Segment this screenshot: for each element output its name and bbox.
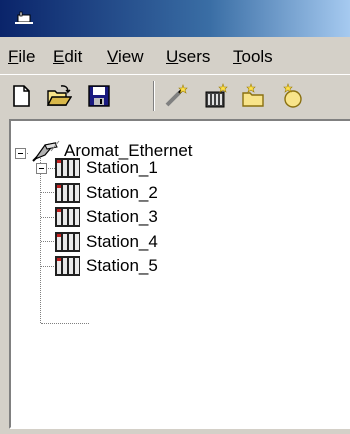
tree-node-label: Station_2 xyxy=(86,183,158,202)
open-folder-icon[interactable] xyxy=(46,83,72,109)
tree-node-label: Station_3 xyxy=(86,207,158,226)
tree-node-station-2[interactable]: Station_2 xyxy=(31,182,331,206)
menu-view-label: iew xyxy=(118,47,144,66)
tree-node-station-5[interactable]: Station_5 xyxy=(31,255,331,279)
menu-file-mnemonic: F xyxy=(8,47,19,66)
menu-tools[interactable]: Tools xyxy=(233,47,273,67)
collapse-toggle-icon[interactable] xyxy=(15,148,26,159)
tree-view[interactable]: Aromat_Ethernet Station_1 Station_2 Stat… xyxy=(9,119,350,429)
tree-node-station-4[interactable]: Station_4 xyxy=(31,231,331,255)
tree-connector xyxy=(41,323,89,325)
tree-node-label: Station_5 xyxy=(86,256,158,275)
add-device-icon[interactable] xyxy=(203,83,229,109)
tree-node-station-3[interactable]: Station_3 xyxy=(31,206,331,230)
tree-node-label: Station_4 xyxy=(86,232,158,251)
toolbar xyxy=(0,74,350,119)
plc-station-icon xyxy=(55,207,80,227)
new-icon[interactable] xyxy=(8,83,34,109)
title-bar xyxy=(0,0,350,37)
menu-file-label: ile xyxy=(18,47,36,66)
menu-users-label: sers xyxy=(178,47,211,66)
new-tag-icon[interactable] xyxy=(279,83,305,109)
new-folder-icon[interactable] xyxy=(241,83,267,109)
menu-view-mnemonic: V xyxy=(107,47,119,66)
toolbar-separator xyxy=(153,81,155,111)
tree-node-station-1[interactable]: Station_1 xyxy=(31,157,331,181)
menu-file[interactable]: File xyxy=(8,47,35,67)
save-icon[interactable] xyxy=(86,83,112,109)
menu-users[interactable]: Users xyxy=(166,47,210,67)
plc-station-icon xyxy=(55,256,80,276)
menu-view[interactable]: View xyxy=(107,47,144,67)
menu-edit[interactable]: Edit xyxy=(53,47,82,67)
collapse-toggle-icon[interactable] xyxy=(36,163,47,174)
menu-users-mnemonic: U xyxy=(166,47,179,66)
plc-station-icon xyxy=(55,158,80,178)
plc-station-icon xyxy=(55,232,80,252)
menu-tools-mnemonic: T xyxy=(233,47,242,66)
plc-station-icon xyxy=(55,183,80,203)
menu-edit-mnemonic: E xyxy=(53,47,65,66)
menu-edit-label: dit xyxy=(64,47,83,66)
menu-bar: File Edit View Users Tools xyxy=(0,37,350,74)
menu-tools-label: ools xyxy=(241,47,273,66)
wand-icon[interactable] xyxy=(163,83,189,109)
app-icon xyxy=(15,11,33,24)
tree-node-label: Station_1 xyxy=(86,158,158,177)
